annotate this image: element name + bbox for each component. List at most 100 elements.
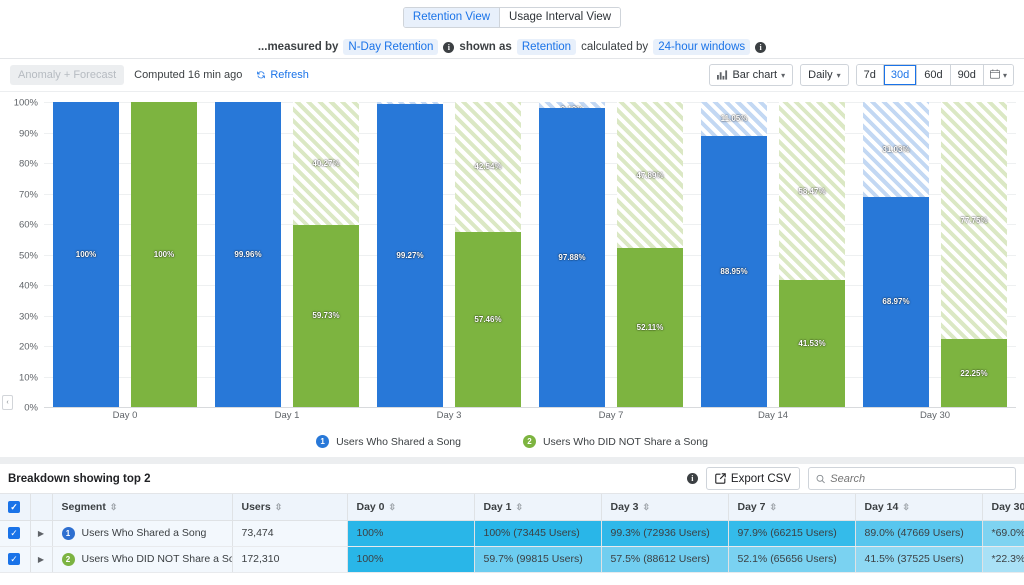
expand-caret-icon[interactable]: ▶: [38, 555, 44, 564]
stacked-bar[interactable]: 42.54% 57.46%: [455, 102, 521, 407]
shown-as-pill[interactable]: Retention: [517, 39, 576, 55]
measure-pill[interactable]: N-Day Retention: [343, 39, 438, 55]
bar-segment-churned[interactable]: 47.89%: [617, 102, 683, 248]
table-row[interactable]: ✓▶2Users Who DID NOT Share a Song172,310…: [0, 546, 1024, 572]
bar-segment-retained[interactable]: 22.25%: [941, 339, 1007, 407]
stacked-bar[interactable]: 47.89%52.11%: [617, 102, 683, 407]
tab-retention-view[interactable]: Retention View: [404, 8, 499, 27]
calculated-by-pill[interactable]: 24-hour windows: [653, 39, 750, 55]
stacked-bar[interactable]: 0%100%: [131, 102, 197, 407]
bar-segment-churned[interactable]: 40.27%: [293, 102, 359, 225]
bar-segment-churned[interactable]: 11.05%: [701, 102, 767, 136]
range-30d[interactable]: 30d: [883, 65, 916, 85]
bar-segment-retained[interactable]: 41.53%: [779, 280, 845, 407]
select-all-checkbox[interactable]: ✓: [8, 501, 20, 513]
row-checkbox[interactable]: ✓: [8, 527, 20, 539]
chart-type-button[interactable]: Bar chart ▾: [709, 64, 793, 86]
row-select-cell: ✓: [0, 546, 30, 572]
stacked-bar[interactable]: 0%100%: [53, 102, 119, 407]
sort-icon[interactable]: ⇳: [389, 502, 397, 512]
y-axis-tick: 0%: [24, 403, 38, 414]
bar-segment-retained[interactable]: 100%: [53, 102, 119, 407]
range-90d[interactable]: 90d: [950, 65, 983, 85]
bar-segment-label: 100%: [76, 250, 96, 259]
bar-segment-retained[interactable]: 57.46%: [455, 232, 521, 407]
bar-group: 31.03%68.97%77.75%22.25%: [854, 102, 1016, 407]
chart-toolbar: Anomaly + Forecast Computed 16 min ago R…: [0, 59, 1024, 92]
chevron-down-icon: ▾: [1003, 71, 1007, 80]
tab-usage-interval-view[interactable]: Usage Interval View: [499, 8, 620, 27]
stacked-bar[interactable]: 11.05% 88.95%: [701, 102, 767, 407]
stacked-bar[interactable]: 58.47% 41.53%: [779, 102, 845, 407]
bar-segment-label: 58.47%: [798, 187, 825, 196]
column-header-day-14[interactable]: Day 14⇳: [855, 494, 982, 520]
stacked-bar[interactable]: 77.75%22.25%: [941, 102, 1007, 407]
users-cell: 73,474: [232, 520, 347, 546]
select-all-header: ✓: [0, 494, 30, 520]
bar-segment-retained[interactable]: 88.95%: [701, 136, 767, 407]
row-checkbox[interactable]: ✓: [8, 553, 20, 565]
legend-item[interactable]: 1Users Who Shared a Song: [316, 435, 461, 448]
bar-group: 0%100%0%100%: [44, 102, 206, 407]
collapse-left-icon[interactable]: ‹: [2, 395, 13, 410]
bar-segment-retained[interactable]: 97.88%: [539, 108, 605, 407]
column-header-day-3[interactable]: Day 3⇳: [601, 494, 728, 520]
search-box[interactable]: [808, 467, 1016, 490]
info-icon[interactable]: i: [443, 42, 454, 53]
range-7d[interactable]: 7d: [857, 65, 883, 85]
range-60d[interactable]: 60d: [916, 65, 949, 85]
column-header-segment[interactable]: Segment⇳: [52, 494, 232, 520]
column-header-day-30[interactable]: Day 30⇳: [982, 494, 1024, 520]
chart-toolbar-right: Bar chart ▾ Daily ▾ 7d 30d 60d 90d ▾: [709, 64, 1014, 86]
stacked-bar[interactable]: 2.12%97.88%: [539, 102, 605, 407]
column-header-day-0[interactable]: Day 0⇳: [347, 494, 474, 520]
x-axis-label: Day 3: [368, 410, 530, 421]
gridline: 0%: [44, 407, 1016, 408]
bar-segment-retained[interactable]: 99.96%: [215, 102, 281, 407]
column-header-day-1[interactable]: Day 1⇳: [474, 494, 601, 520]
export-csv-label: Export CSV: [731, 473, 791, 485]
calendar-picker-button[interactable]: ▾: [983, 65, 1013, 85]
column-header-day-7[interactable]: Day 7⇳: [728, 494, 855, 520]
sort-icon[interactable]: ⇳: [643, 502, 651, 512]
info-icon[interactable]: i: [687, 473, 698, 484]
sort-icon[interactable]: ⇳: [516, 502, 524, 512]
stacked-bar[interactable]: 0.04%99.96%: [215, 102, 281, 407]
sort-icon[interactable]: ⇳: [110, 502, 118, 512]
bar-segment-label: 57.46%: [474, 315, 501, 324]
y-axis-tick: 70%: [19, 189, 38, 200]
retention-cell-day-3: 57.5% (88612 Users): [601, 546, 728, 572]
segment-name: Users Who Shared a Song: [82, 527, 207, 539]
bar-segment-churned[interactable]: 58.47%: [779, 102, 845, 280]
legend-item[interactable]: 2Users Who DID NOT Share a Song: [523, 435, 708, 448]
export-csv-button[interactable]: Export CSV: [706, 467, 800, 490]
table-row[interactable]: ✓▶1Users Who Shared a Song73,474100%100%…: [0, 520, 1024, 546]
stacked-bar[interactable]: 0.73%99.27%: [377, 102, 443, 407]
bar-segment-retained[interactable]: 99.27%: [377, 104, 443, 407]
bar-segment-retained[interactable]: 68.97%: [863, 197, 929, 407]
stacked-bar[interactable]: 31.03%68.97%: [863, 102, 929, 407]
search-input[interactable]: [830, 473, 1008, 485]
bar-segment-churned[interactable]: 42.54%: [455, 102, 521, 232]
bar-segment-churned[interactable]: 31.03%: [863, 102, 929, 197]
granularity-button[interactable]: Daily ▾: [800, 64, 848, 86]
breakdown-header: Breakdown showing top 2 i Export CSV: [0, 464, 1024, 494]
refresh-button[interactable]: Refresh: [256, 69, 309, 81]
sort-icon[interactable]: ⇳: [902, 502, 910, 512]
stacked-bar[interactable]: 40.27%59.73%: [293, 102, 359, 407]
column-header-users[interactable]: Users⇳: [232, 494, 347, 520]
bar-group: 0.73%99.27%42.54% 57.46%: [368, 102, 530, 407]
column-label: Day 30: [992, 501, 1024, 513]
expand-header: [30, 494, 52, 520]
bar-segment-retained[interactable]: 59.73%: [293, 225, 359, 407]
info-icon[interactable]: i: [755, 42, 766, 53]
bar-segment-label: 11.05%: [721, 114, 748, 123]
view-tab-group: Retention View Usage Interval View: [403, 7, 621, 28]
bar-segment-retained[interactable]: 52.11%: [617, 248, 683, 407]
bar-segment-churned[interactable]: 77.75%: [941, 102, 1007, 339]
expand-caret-icon[interactable]: ▶: [38, 529, 44, 538]
sort-icon[interactable]: ⇳: [770, 502, 778, 512]
sort-icon[interactable]: ⇳: [275, 502, 283, 512]
bar-segment-retained[interactable]: 100%: [131, 102, 197, 407]
retention-cell-day-30: *69.0% (34: [982, 520, 1024, 546]
